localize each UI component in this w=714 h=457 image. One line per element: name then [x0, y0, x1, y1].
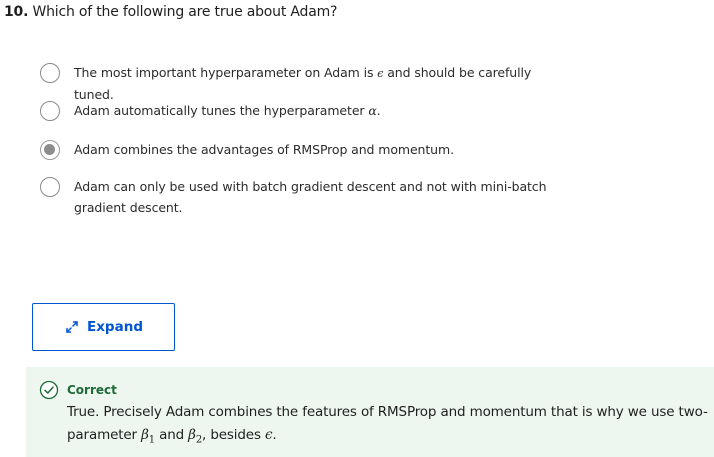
- radio-button-option-4[interactable]: [40, 177, 60, 197]
- option-1-label: The most important hyperparameter on Ada…: [74, 65, 532, 102]
- option-3-label: Adam combines the advantages of RMSProp …: [74, 142, 454, 157]
- correct-status-label: Correct: [67, 383, 117, 397]
- question-title: 10. Which of the following are true abou…: [4, 4, 337, 20]
- correct-status-row: Correct: [39, 380, 117, 400]
- question-number: 10.: [4, 4, 29, 20]
- question-text: Which of the following are true about Ad…: [32, 4, 338, 20]
- expand-arrows-icon: [64, 319, 80, 335]
- expand-button-label: Expand: [87, 319, 143, 335]
- feedback-panel: Correct True. Precisely Adam combines th…: [26, 367, 714, 457]
- answer-option-4[interactable]: Adam can only be used with batch gradien…: [40, 177, 640, 218]
- expand-button[interactable]: Expand: [32, 303, 175, 351]
- option-2-label: Adam automatically tunes the hyperparame…: [74, 103, 381, 118]
- alpha-symbol: α: [368, 103, 377, 118]
- check-circle-icon: [39, 380, 59, 400]
- radio-button-option-1[interactable]: [40, 63, 60, 83]
- beta1-symbol: β1: [141, 427, 155, 446]
- beta2-symbol: β2: [188, 427, 203, 446]
- feedback-explanation: True. Precisely Adam combines the featur…: [67, 404, 708, 446]
- radio-button-option-3-selected[interactable]: [40, 140, 60, 160]
- answer-option-2[interactable]: Adam automatically tunes the hyperparame…: [40, 101, 640, 121]
- option-4-label: Adam can only be used with batch gradien…: [74, 179, 547, 215]
- answer-option-3[interactable]: Adam combines the advantages of RMSProp …: [40, 140, 640, 160]
- answer-option-1[interactable]: The most important hyperparameter on Ada…: [40, 63, 640, 105]
- radio-button-option-2[interactable]: [40, 101, 60, 121]
